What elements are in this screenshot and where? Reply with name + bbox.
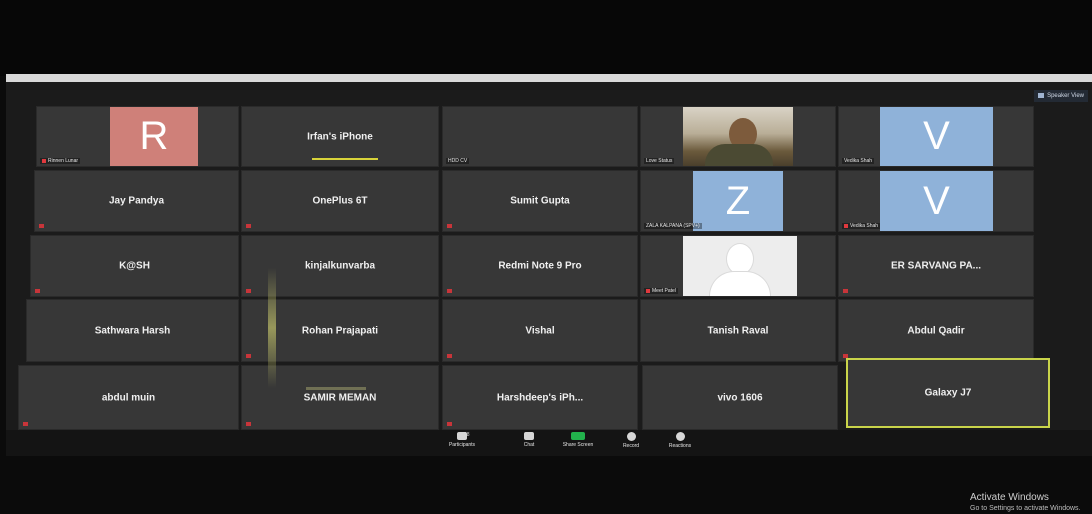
- mic-muted-icon: [447, 224, 452, 228]
- participant-name: Redmi Note 9 Pro: [498, 260, 582, 272]
- participant-name: Galaxy J7: [924, 387, 972, 399]
- participant-name: Jay Pandya: [108, 195, 165, 207]
- video-tile[interactable]: R Rinnen Lunar: [36, 106, 239, 167]
- video-tile[interactable]: Z ZALA KALPANA (SPV+): [640, 170, 836, 232]
- chat-icon: [524, 432, 534, 440]
- avatar: V: [880, 107, 993, 166]
- share-screen-icon: [571, 432, 585, 440]
- screen-glare: [268, 268, 276, 388]
- mic-muted-icon: [646, 288, 650, 293]
- mic-muted-icon: [39, 224, 44, 228]
- mic-muted-icon: [843, 289, 848, 293]
- record-button[interactable]: Record: [616, 432, 646, 449]
- video-tile[interactable]: vivo 1606: [642, 365, 838, 430]
- chat-button[interactable]: Chat: [514, 432, 544, 448]
- participant-name: K@SH: [119, 260, 150, 272]
- participant-name: abdul muin: [101, 392, 156, 403]
- screen-edge: [6, 74, 1092, 82]
- video-tile[interactable]: V Vedika Shah: [838, 106, 1034, 167]
- participant-label: HDD CV: [446, 158, 470, 164]
- video-tile[interactable]: Sumit Gupta: [442, 170, 638, 232]
- meeting-toolbar: 28 Participants Chat Share Screen Record…: [6, 430, 1092, 456]
- participant-name: SAMIR MEMAN: [303, 392, 377, 403]
- participant-name: vivo 1606: [717, 392, 763, 403]
- video-tile[interactable]: Jay Pandya: [34, 170, 239, 232]
- avatar: V: [880, 171, 993, 231]
- mic-muted-icon: [23, 422, 28, 426]
- participant-label: Vedika Shah: [842, 158, 875, 164]
- grid-icon: [1038, 92, 1045, 98]
- participant-label: ZALA KALPANA (SPV+): [644, 223, 702, 229]
- participant-name: Sumit Gupta: [510, 195, 570, 207]
- mic-muted-icon: [246, 354, 251, 358]
- speaker-view-button[interactable]: Speaker View: [1034, 90, 1088, 102]
- video-tile[interactable]: Meet Patel: [640, 235, 836, 297]
- video-tile-active-speaker[interactable]: Galaxy J7: [846, 358, 1050, 428]
- video-tile[interactable]: Harshdeep's iPh...: [442, 365, 638, 430]
- mic-muted-icon: [447, 289, 452, 293]
- mic-muted-icon: [447, 354, 452, 358]
- record-label: Record: [622, 443, 640, 449]
- mic-muted-icon: [246, 422, 251, 426]
- mic-muted-icon: [447, 422, 452, 426]
- video-tile[interactable]: K@SH: [30, 235, 239, 297]
- participants-button[interactable]: 28 Participants: [442, 432, 482, 448]
- participant-label: Rinnen Lunar: [40, 158, 81, 164]
- video-tile[interactable]: Abdul Qadir: [838, 299, 1034, 362]
- share-screen-label: Share Screen: [562, 442, 594, 448]
- mic-muted-icon: [844, 223, 848, 228]
- mic-muted-icon: [246, 289, 251, 293]
- participants-count: 28: [464, 432, 470, 438]
- monitor-bezel: [0, 0, 1092, 76]
- participant-video: [683, 236, 797, 296]
- reactions-icon: [675, 432, 685, 441]
- avatar: Z: [693, 171, 783, 231]
- screen-glare: [306, 387, 366, 390]
- video-tile[interactable]: HDD CV: [442, 106, 638, 167]
- mic-muted-icon: [246, 224, 251, 228]
- participant-name: Tanish Raval: [707, 325, 769, 336]
- default-avatar-body: [710, 272, 770, 296]
- watermark-subtitle: Go to Settings to activate Windows.: [970, 505, 1081, 512]
- speaker-view-label: Speaker View: [1047, 93, 1084, 99]
- video-tile[interactable]: Vishal: [442, 299, 638, 362]
- avatar: R: [110, 107, 198, 166]
- speaking-indicator: [312, 158, 378, 160]
- mic-muted-icon: [42, 158, 46, 163]
- reactions-button[interactable]: Reactions: [662, 432, 698, 449]
- default-avatar-head: [727, 244, 753, 275]
- participant-label: Love Status: [644, 158, 675, 164]
- participant-label: Vedika Shah: [842, 223, 881, 229]
- video-tile[interactable]: OnePlus 6T: [241, 170, 439, 232]
- video-tile[interactable]: V Vedika Shah: [838, 170, 1034, 232]
- watermark-title: Activate Windows: [970, 492, 1049, 503]
- participants-label: Participants: [448, 442, 476, 448]
- video-tile[interactable]: Love Status: [640, 106, 836, 167]
- mic-muted-icon: [35, 289, 40, 293]
- video-tile[interactable]: Redmi Note 9 Pro: [442, 235, 638, 297]
- participant-name: Abdul Qadir: [907, 325, 965, 336]
- participant-label: Meet Patel: [644, 288, 678, 294]
- record-icon: [626, 432, 636, 441]
- participant-name: OnePlus 6T: [312, 195, 368, 207]
- chat-label: Chat: [523, 442, 535, 448]
- windows-activation-watermark: Activate Windows Go to Settings to activ…: [970, 492, 1081, 514]
- participant-name: ER SARVANG PA...: [890, 260, 981, 272]
- video-tile[interactable]: Irfan's iPhone: [241, 106, 439, 167]
- video-tile[interactable]: ER SARVANG PA...: [838, 235, 1034, 297]
- participant-name: Vishal: [525, 325, 555, 336]
- video-tile[interactable]: Tanish Raval: [640, 299, 836, 362]
- participant-name: Sathwara Harsh: [94, 325, 171, 336]
- person-body: [705, 143, 774, 166]
- participant-name: Irfan's iPhone: [307, 131, 373, 142]
- video-tile[interactable]: Sathwara Harsh: [26, 299, 239, 362]
- participant-video: [683, 107, 793, 166]
- video-tile[interactable]: abdul muin: [18, 365, 239, 430]
- meeting-window: Speaker View R Rinnen Lunar Irfan's iPho…: [6, 82, 1092, 512]
- reactions-label: Reactions: [668, 443, 692, 449]
- participant-name: Harshdeep's iPh...: [496, 392, 584, 403]
- share-screen-button[interactable]: Share Screen: [558, 432, 598, 448]
